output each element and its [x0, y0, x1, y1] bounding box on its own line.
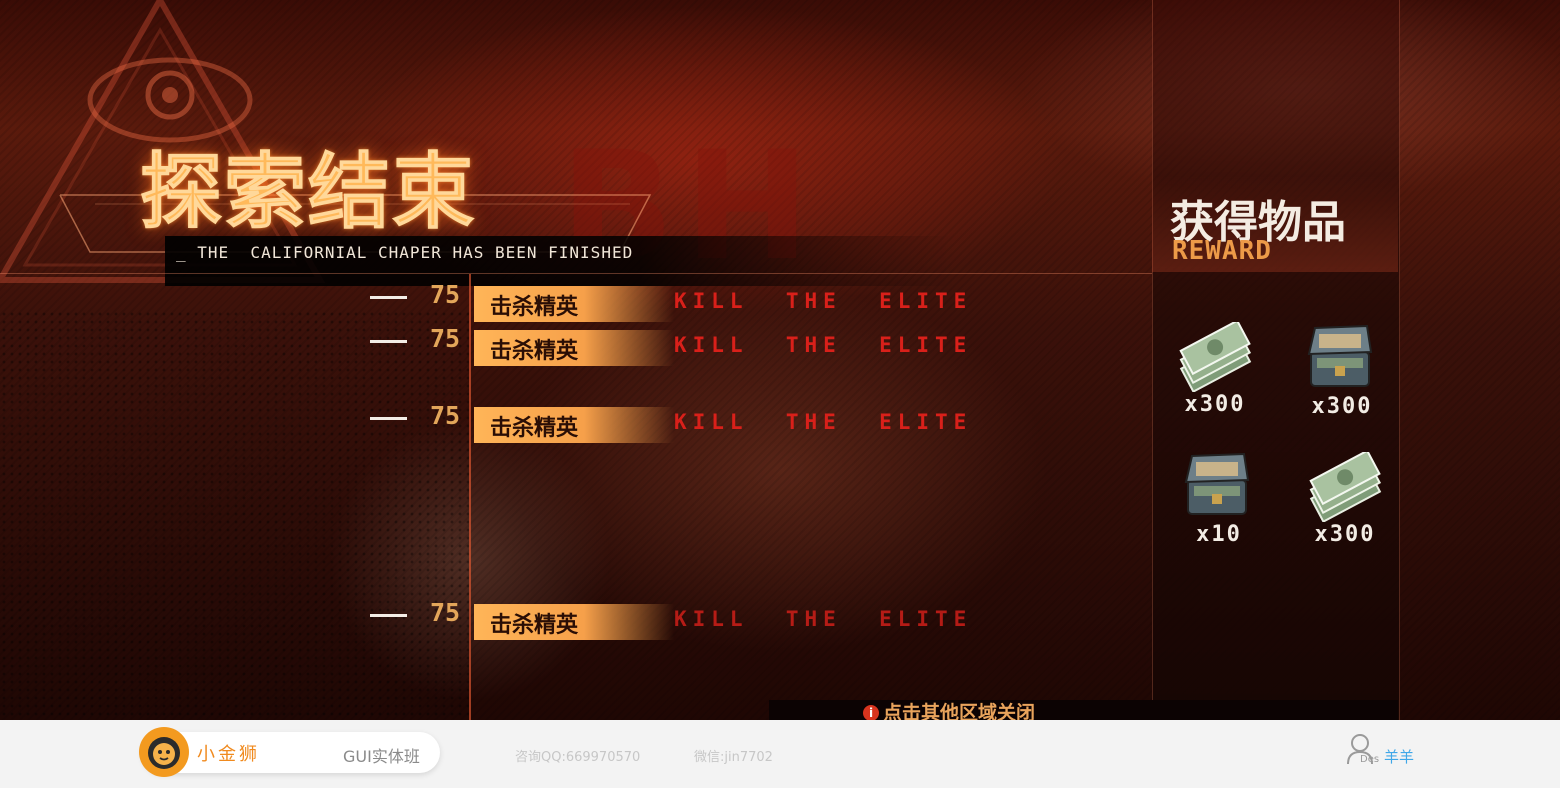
objective-label: 击杀精英 — [490, 416, 579, 441]
reward-item[interactable]: x300 — [1170, 322, 1260, 422]
objective-points: 75 — [430, 401, 461, 430]
objective-row: 75 击杀精英 KILL THE ELITE — [0, 401, 966, 443]
reward-item[interactable]: x300 — [1297, 324, 1387, 424]
objective-label-en: KILL THE ELITE — [674, 410, 973, 434]
user-name[interactable]: 羊羊 — [1384, 746, 1414, 767]
objective-label-en: KILL THE ELITE — [674, 607, 973, 631]
reward-quantity: x300 — [1314, 522, 1376, 547]
close-hint[interactable]: i 点击其他区域关闭 — [863, 700, 1035, 720]
treasure-chest-icon — [1184, 452, 1250, 515]
objective-dash — [370, 614, 407, 617]
reward-quantity: x10 — [1196, 522, 1242, 547]
reward-item[interactable]: x10 — [1174, 452, 1264, 552]
objective-label-en: KILL THE ELITE — [674, 333, 973, 357]
user-label: Des — [1360, 754, 1380, 765]
objective-label: 击杀精英 — [490, 613, 579, 638]
reward-quantity: x300 — [1184, 392, 1246, 417]
chapter-subtitle: _ THE CALIFORNIAL CHAPER HAS BEEN FINISH… — [176, 243, 634, 262]
objective-points: 75 — [430, 324, 461, 353]
contact-wechat: 微信:jin7702 — [694, 750, 773, 765]
cash-stack-icon — [1309, 452, 1382, 522]
objective-row: 75 击杀精英 KILL THE ELITE — [0, 324, 966, 366]
reward-subtitle: REWARD — [1172, 236, 1272, 266]
objective-dash — [370, 296, 407, 299]
objective-label: 击杀精英 — [490, 295, 579, 320]
objective-points: 75 — [430, 598, 461, 627]
brand-name: 小金狮 — [197, 744, 260, 765]
reward-item[interactable]: x300 — [1300, 452, 1390, 552]
footer: 小金狮 GUI实体班 咨询QQ:669970570 微信:jin7702 Des… — [0, 720, 1560, 788]
contact-qq: 咨询QQ:669970570 — [515, 750, 641, 765]
objective-points: 75 — [430, 280, 461, 309]
page-title: 探索结束 — [139, 145, 477, 241]
divider-horizontal — [0, 273, 1152, 274]
halftone-overlay — [0, 310, 470, 720]
game-scene[interactable]: BH 探索结束 _ THE CALIFORNIAL CHAPER HAS BEE… — [0, 0, 1560, 720]
objective-dash — [370, 340, 407, 343]
info-icon: i — [863, 705, 879, 720]
objective-label: 击杀精英 — [490, 339, 579, 364]
lion-logo-icon — [139, 727, 189, 777]
treasure-chest-icon — [1307, 324, 1373, 387]
objective-row: 75 击杀精英 KILL THE ELITE — [0, 280, 966, 322]
cash-stack-icon — [1179, 322, 1252, 392]
close-hint-text: 点击其他区域关闭 — [883, 702, 1036, 720]
objective-row: 75 击杀精英 KILL THE ELITE — [0, 598, 966, 640]
course-name: GUI实体班 — [343, 747, 420, 766]
objective-label-en: KILL THE ELITE — [674, 289, 973, 313]
objective-dash — [370, 417, 407, 420]
reward-quantity: x300 — [1311, 394, 1373, 419]
